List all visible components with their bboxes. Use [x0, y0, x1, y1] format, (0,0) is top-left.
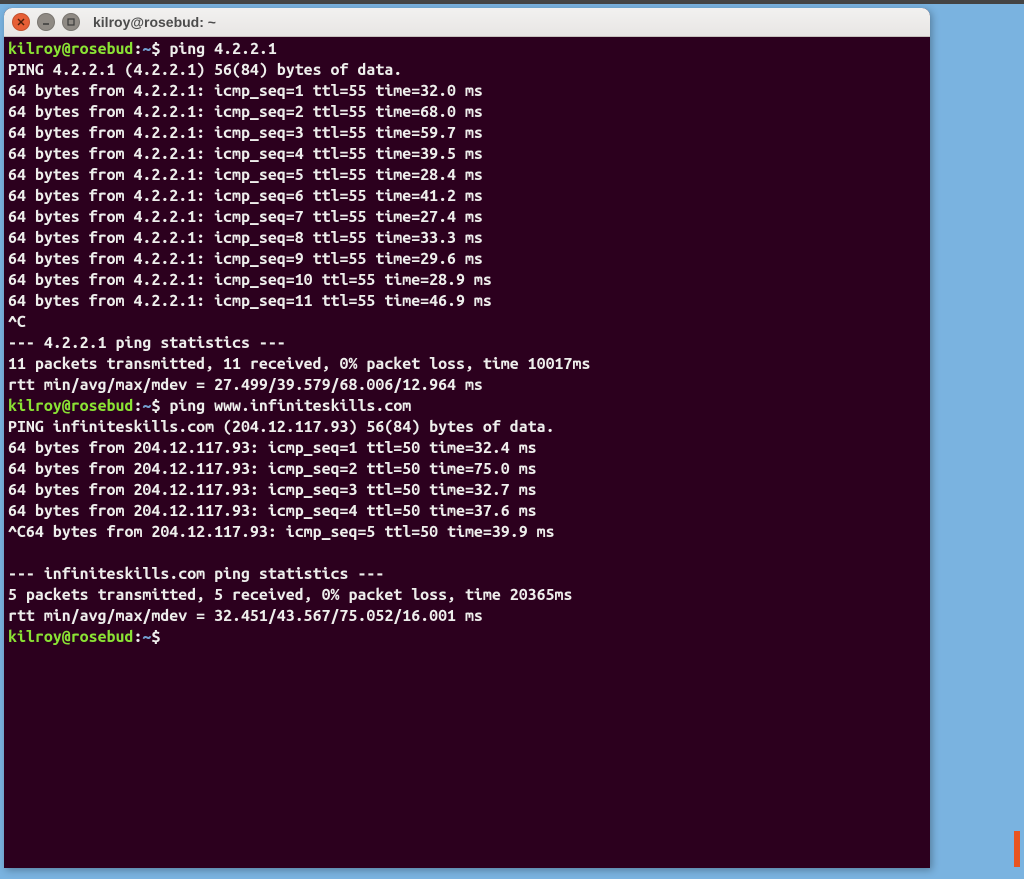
ping-reply: 64 bytes from 4.2.2.1: icmp_seq=7 ttl=55… [8, 208, 483, 226]
resize-handle[interactable] [1014, 831, 1020, 867]
minimize-button[interactable] [37, 13, 55, 31]
ping-reply: 64 bytes from 4.2.2.1: icmp_seq=5 ttl=55… [8, 166, 483, 184]
stats-line: rtt min/avg/max/mdev = 27.499/39.579/68.… [8, 376, 483, 394]
terminal-window: kilroy@rosebud: ~ kilroy@rosebud:~$ ping… [4, 8, 930, 868]
command-line: kilroy@rosebud:~$ ping 4.2.2.1 [8, 40, 277, 58]
ping-header: PING 4.2.2.1 (4.2.2.1) 56(84) bytes of d… [8, 61, 402, 79]
ping-reply: 64 bytes from 4.2.2.1: icmp_seq=10 ttl=5… [8, 271, 492, 289]
stats-line: rtt min/avg/max/mdev = 32.451/43.567/75.… [8, 607, 483, 625]
command-line[interactable]: kilroy@rosebud:~$ [8, 628, 169, 646]
stats-header: --- infiniteskills.com ping statistics -… [8, 565, 384, 583]
stats-line: 11 packets transmitted, 11 received, 0% … [8, 355, 590, 373]
ping-reply: 64 bytes from 204.12.117.93: icmp_seq=4 … [8, 502, 537, 520]
maximize-button[interactable] [62, 13, 80, 31]
maximize-icon [67, 18, 75, 26]
ping-reply: 64 bytes from 4.2.2.1: icmp_seq=2 ttl=55… [8, 103, 483, 121]
prompt: kilroy@rosebud:~$ [8, 628, 169, 646]
command-text: ping 4.2.2.1 [169, 40, 277, 58]
ping-header: PING infiniteskills.com (204.12.117.93) … [8, 418, 555, 436]
ping-reply: 64 bytes from 4.2.2.1: icmp_seq=9 ttl=55… [8, 250, 483, 268]
desktop-topbar [0, 0, 1024, 4]
window-title: kilroy@rosebud: ~ [93, 14, 216, 30]
ping-reply: 64 bytes from 204.12.117.93: icmp_seq=1 … [8, 439, 537, 457]
stats-line: 5 packets transmitted, 5 received, 0% pa… [8, 586, 572, 604]
ping-reply: 64 bytes from 4.2.2.1: icmp_seq=1 ttl=55… [8, 82, 483, 100]
prompt: kilroy@rosebud:~$ [8, 40, 169, 58]
terminal-body[interactable]: kilroy@rosebud:~$ ping 4.2.2.1 PING 4.2.… [4, 37, 930, 868]
stats-header: --- 4.2.2.1 ping statistics --- [8, 334, 286, 352]
interrupt-reply: ^C64 bytes from 204.12.117.93: icmp_seq=… [8, 523, 555, 541]
interrupt: ^C [8, 313, 26, 331]
prompt: kilroy@rosebud:~$ [8, 397, 169, 415]
titlebar[interactable]: kilroy@rosebud: ~ [4, 8, 930, 37]
ping-reply: 64 bytes from 204.12.117.93: icmp_seq=2 … [8, 460, 537, 478]
ping-reply: 64 bytes from 204.12.117.93: icmp_seq=3 … [8, 481, 537, 499]
ping-reply: 64 bytes from 4.2.2.1: icmp_seq=8 ttl=55… [8, 229, 483, 247]
ping-reply: 64 bytes from 4.2.2.1: icmp_seq=11 ttl=5… [8, 292, 492, 310]
ping-reply: 64 bytes from 4.2.2.1: icmp_seq=3 ttl=55… [8, 124, 483, 142]
command-text: ping www.infiniteskills.com [169, 397, 411, 415]
ping-reply: 64 bytes from 4.2.2.1: icmp_seq=4 ttl=55… [8, 145, 483, 163]
close-icon [17, 18, 25, 26]
command-line: kilroy@rosebud:~$ ping www.infiniteskill… [8, 397, 411, 415]
ping-reply: 64 bytes from 4.2.2.1: icmp_seq=6 ttl=55… [8, 187, 483, 205]
close-button[interactable] [12, 13, 30, 31]
minimize-icon [42, 18, 50, 26]
desktop: kilroy@rosebud: ~ kilroy@rosebud:~$ ping… [0, 0, 1024, 879]
